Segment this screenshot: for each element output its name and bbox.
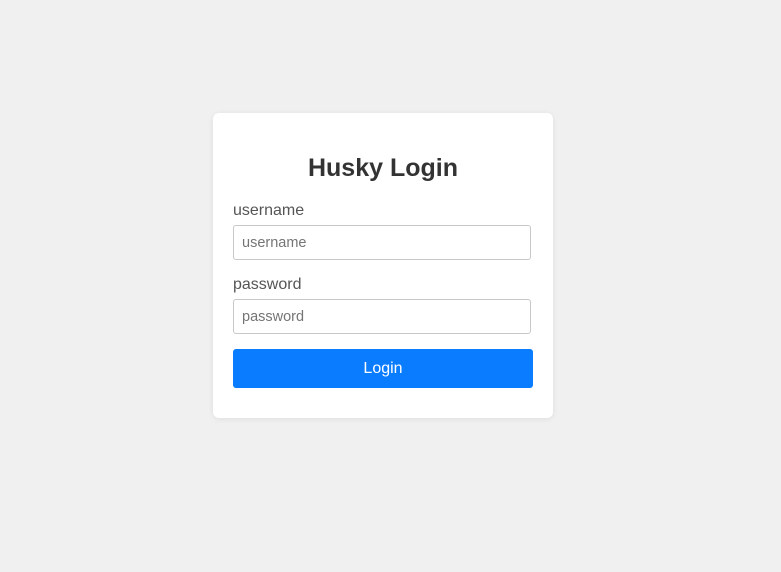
username-label: username	[233, 202, 305, 219]
login-card: Husky Login username password Login	[213, 113, 553, 418]
password-label: password	[233, 276, 302, 293]
login-page: { "login": { "title": "Husky Login", "us…	[0, 0, 781, 572]
login-title: Husky Login	[307, 154, 458, 182]
login-button[interactable]: Login	[233, 349, 533, 388]
username-input[interactable]	[233, 225, 531, 260]
password-input[interactable]	[233, 299, 531, 334]
